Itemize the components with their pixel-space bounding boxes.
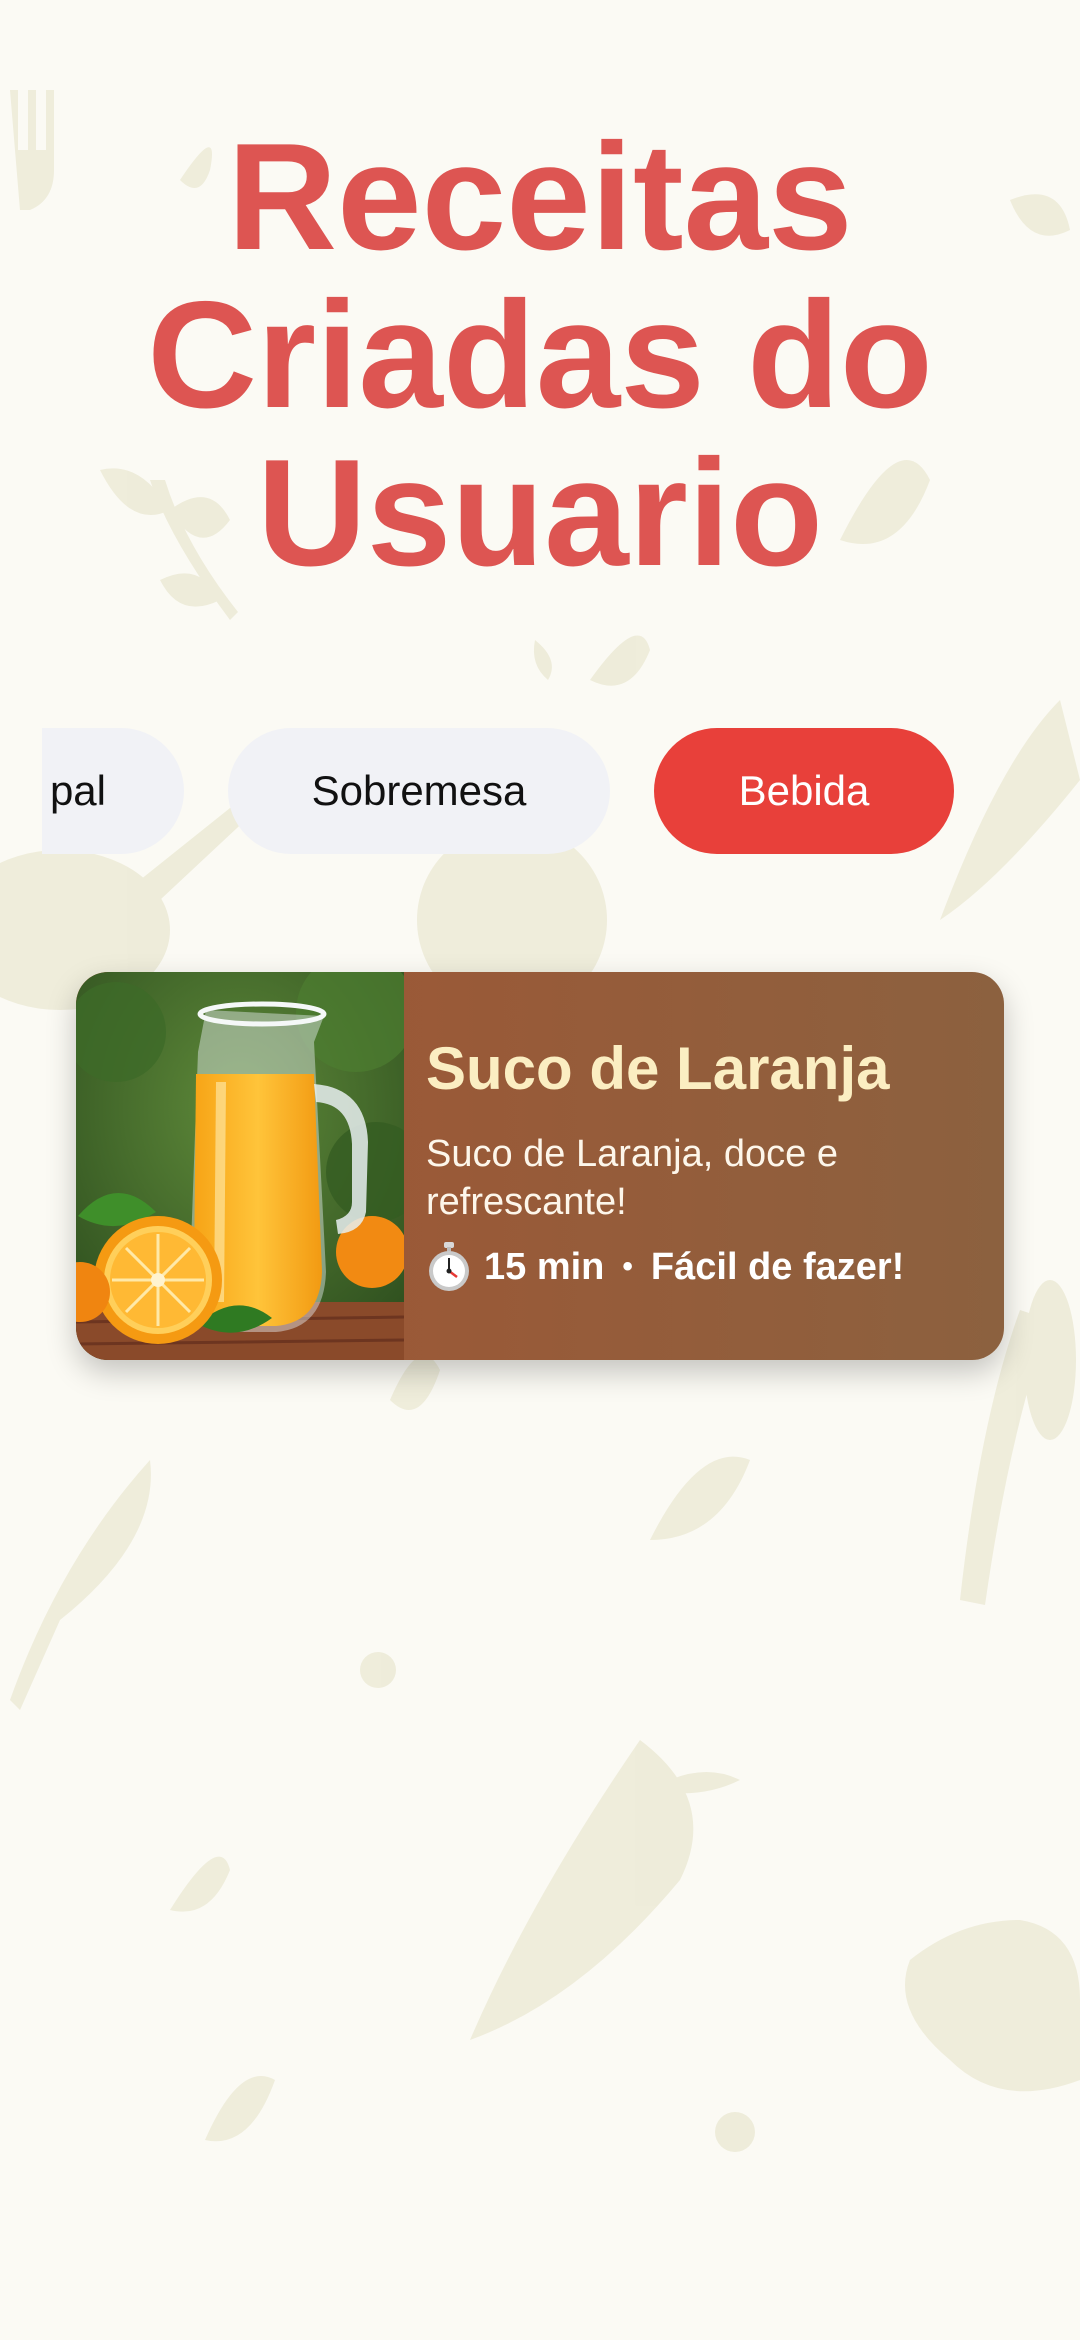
category-chip-principal[interactable]: pal (42, 728, 184, 854)
stopwatch-icon (429, 1242, 469, 1291)
recipe-difficulty: Fácil de fazer! (650, 1245, 905, 1288)
page-title-line-1: Receitas (227, 112, 853, 282)
category-chip-label: pal (49, 767, 106, 814)
recipe-meta: 15 min • Fácil de fazer! (426, 1242, 904, 1292)
leaf-icon (590, 635, 650, 686)
leaf-icon (390, 1355, 440, 1410)
recipe-title: Suco de Laranja (426, 1035, 890, 1102)
category-chip-label: Sobremesa (311, 767, 527, 814)
meta-separator: • (622, 1250, 633, 1283)
recipe-card[interactable]: Suco de Laranja Suco de Laranja, doce e … (76, 972, 1004, 1360)
leaf-icon (650, 1456, 750, 1540)
page-title-line-3: Usuario (257, 428, 823, 598)
leaf-icon (170, 1856, 230, 1912)
leaf-icon (533, 640, 552, 680)
category-filter-row: pal Sobremesa Bebida (42, 728, 1080, 854)
fruit-icon (905, 1920, 1080, 2092)
category-chip-label: Bebida (738, 767, 870, 814)
herb-icon (10, 1460, 151, 1710)
leaf-icon (205, 2076, 275, 2142)
page-title-line-2: Criadas do (147, 270, 933, 440)
recipe-description: Suco de Laranja, doce e refrescante! (426, 1133, 838, 1223)
page-title: Receitas Criadas do Usuario (0, 118, 1080, 592)
category-chip-bebida-selected[interactable]: Bebida (654, 728, 954, 854)
category-chip-sobremesa[interactable]: Sobremesa (228, 728, 610, 854)
recipe-image (76, 972, 404, 1360)
recipe-time: 15 min (484, 1245, 605, 1288)
